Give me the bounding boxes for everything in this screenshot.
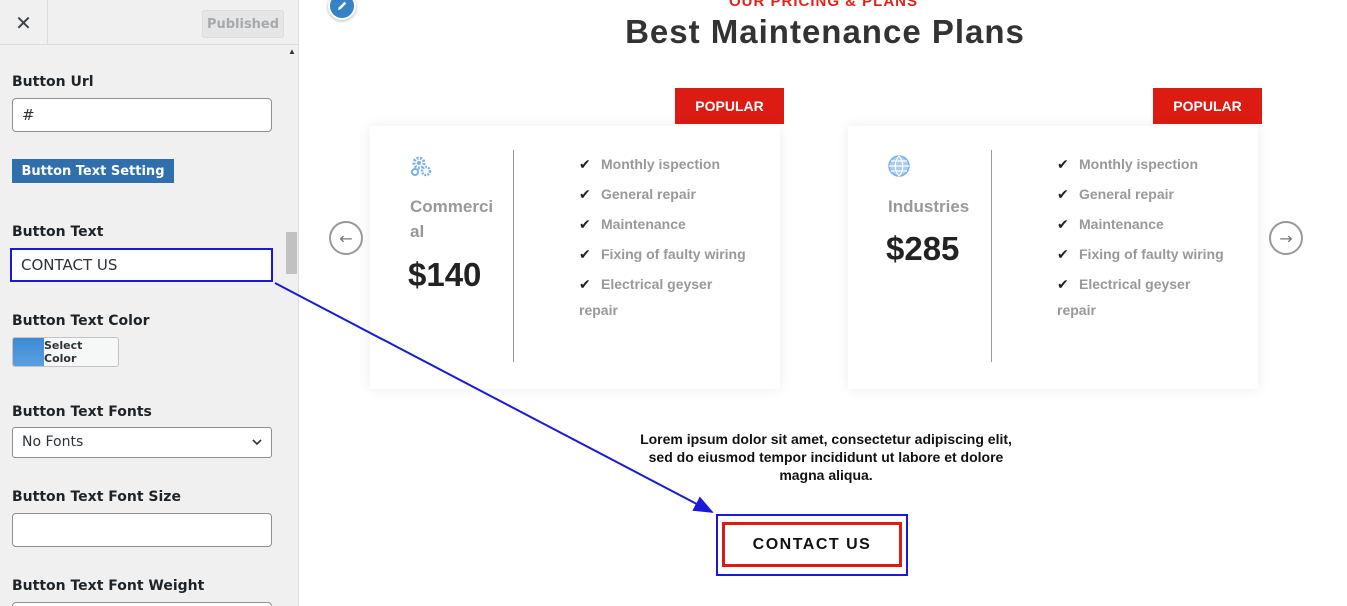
arrow-right-icon[interactable]: → [1269, 221, 1303, 255]
button-text-color-label: Button Text Color [12, 313, 150, 329]
sidebar-header: ✕ Published [0, 0, 298, 45]
globe-icon [888, 155, 910, 177]
published-button[interactable]: Published [202, 10, 284, 38]
button-text-fonts-label: Button Text Fonts [12, 404, 152, 420]
check-icon: ✔ [1057, 217, 1069, 233]
sidebar-scrollbar-thumb[interactable] [286, 232, 297, 274]
page-title: Best Maintenance Plans [625, 13, 1025, 50]
button-url-label: Button Url [12, 74, 94, 90]
select-color-label: Select Color [44, 339, 83, 365]
list-item: ✔ Monthly ispection [579, 152, 749, 178]
arrow-left-icon[interactable]: ← [329, 221, 363, 255]
list-item: ✔ Electrical geyser repair [1057, 272, 1227, 323]
button-text-font-size-input[interactable] [12, 513, 272, 547]
button-text-font-weight-label: Button Text Font Weight [12, 578, 205, 594]
site-preview: OUR PRICING & PLANS Best Maintenance Pla… [300, 0, 1347, 606]
button-text-font-size-label: Button Text Font Size [12, 489, 181, 505]
color-picker-button[interactable]: Select Color [12, 337, 119, 367]
pricing-card-commercial: Commerci al $140 ✔ Monthly ispection ✔ Gen… [370, 126, 780, 389]
list-item: ✔ Maintenance [1057, 212, 1227, 238]
plan-name: Industries [888, 197, 970, 216]
card-divider [513, 150, 514, 362]
popular-badge: POPULAR [675, 88, 784, 124]
section-eyebrow: OUR PRICING & PLANS [728, 0, 918, 10]
customizer-sidebar: ✕ Published ▲ Button Url # Button Text S… [0, 0, 299, 606]
button-url-input[interactable]: # [12, 98, 272, 132]
list-item: ✔ Monthly ispection [1057, 152, 1227, 178]
button-text-fonts-select[interactable]: No Fonts [12, 427, 272, 458]
customizer-window: ✕ Published ▲ Button Url # Button Text S… [0, 0, 1347, 606]
pricing-card-industries: Industries $285 ✔ Monthly ispection ✔ Gene… [848, 126, 1258, 389]
plan-name: Commerci al [410, 197, 494, 241]
button-text-label: Button Text [12, 224, 104, 240]
chevron-down-icon [252, 439, 262, 446]
list-item: ✔ Electrical geyser repair [579, 272, 749, 323]
check-icon: ✔ [579, 277, 591, 293]
check-icon: ✔ [1057, 247, 1069, 263]
list-item: ✔ General repair [579, 182, 749, 208]
check-icon: ✔ [579, 157, 591, 173]
button-text-font-weight-input[interactable] [12, 602, 272, 606]
plan-price: $285 [886, 230, 960, 267]
gears-icon [411, 156, 432, 177]
close-icon[interactable]: ✕ [0, 0, 48, 45]
list-item: ✔ Maintenance [579, 212, 749, 238]
check-icon: ✔ [1057, 157, 1069, 173]
button-text-input[interactable]: CONTACT US [10, 248, 273, 282]
list-item: ✔ Fixing of faulty wiring [1057, 242, 1227, 268]
feature-list: ✔ Monthly ispection ✔ General repair ✔ Main… [579, 152, 749, 327]
list-item: ✔ General repair [1057, 182, 1227, 208]
check-icon: ✔ [579, 217, 591, 233]
button-text-setting-button[interactable]: Button Text Setting [12, 159, 174, 183]
plan-price: $140 [408, 256, 482, 293]
check-icon: ✔ [579, 187, 591, 203]
contact-us-button[interactable]: CONTACT US [722, 522, 902, 567]
card-divider [991, 150, 992, 362]
feature-list: ✔ Monthly ispection ✔ General repair ✔ Main… [1057, 152, 1227, 327]
check-icon: ✔ [1057, 187, 1069, 203]
check-icon: ✔ [579, 247, 591, 263]
section-description: Lorem ipsum dolor sit amet, consectetur … [640, 431, 1012, 483]
popular-badge: POPULAR [1153, 88, 1262, 124]
color-swatch[interactable] [13, 338, 44, 366]
list-item: ✔ Fixing of faulty wiring [579, 242, 749, 268]
check-icon: ✔ [1057, 277, 1069, 293]
fonts-select-value: No Fonts [22, 434, 84, 450]
scroll-up-icon[interactable]: ▲ [287, 47, 297, 57]
